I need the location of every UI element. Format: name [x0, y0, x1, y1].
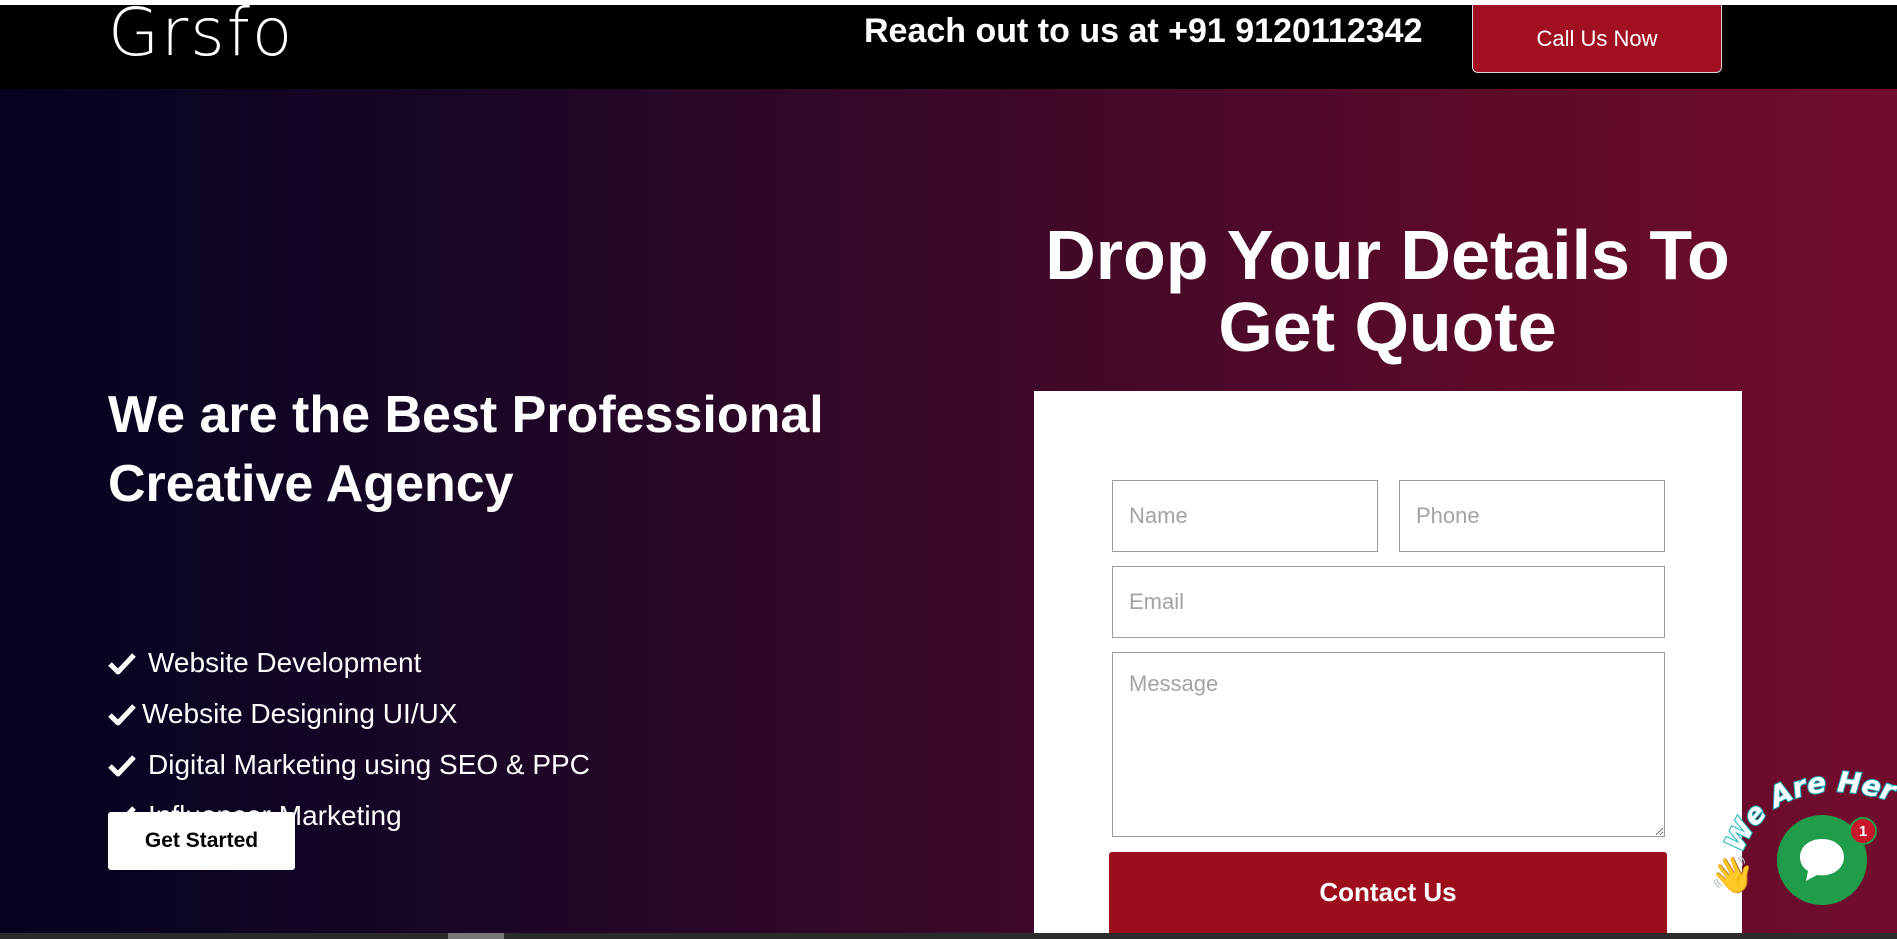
email-field[interactable]	[1112, 566, 1665, 638]
name-field[interactable]	[1112, 480, 1378, 552]
chat-widget: We Are Here! 👋 1	[1700, 762, 1897, 912]
chat-bubble-icon	[1800, 839, 1844, 881]
feature-label: Digital Marketing using SEO & PPC	[148, 748, 590, 780]
feature-list: Website Development Website Designing UI…	[108, 637, 590, 841]
horizontal-scrollbar[interactable]	[0, 933, 1897, 939]
feature-label: Website Development	[148, 646, 422, 678]
form-title: Drop Your Details To Get Quote	[1045, 216, 1730, 366]
quote-form: Contact Us	[1034, 391, 1742, 933]
unread-badge: 1	[1849, 817, 1877, 845]
contact-phone-text: Reach out to us at +91 9120112342	[864, 12, 1423, 50]
get-started-button[interactable]: Get Started	[108, 812, 295, 870]
message-field[interactable]	[1112, 652, 1665, 837]
feature-item: Website Development	[108, 637, 590, 688]
feature-item: Website Designing UI/UX	[108, 688, 590, 739]
check-icon	[108, 703, 136, 725]
check-icon	[108, 652, 136, 674]
check-icon	[108, 754, 136, 776]
hero-section: We are the Best Professional Creative Ag…	[0, 89, 1897, 933]
feature-item: Digital Marketing using SEO & PPC	[108, 739, 590, 790]
scrollbar-thumb[interactable]	[448, 933, 504, 939]
logo[interactable]: Grsfo	[108, 0, 294, 73]
hero-headline: We are the Best Professional Creative Ag…	[108, 386, 824, 513]
phone-field[interactable]	[1399, 480, 1665, 552]
top-bar: Grsfo Reach out to us at +91 9120112342 …	[0, 0, 1897, 89]
contact-us-button[interactable]: Contact Us	[1109, 852, 1667, 933]
waving-hand-icon: 👋	[1710, 854, 1755, 895]
feature-label: Website Designing UI/UX	[142, 697, 458, 729]
call-us-now-button[interactable]: Call Us Now	[1472, 5, 1722, 73]
